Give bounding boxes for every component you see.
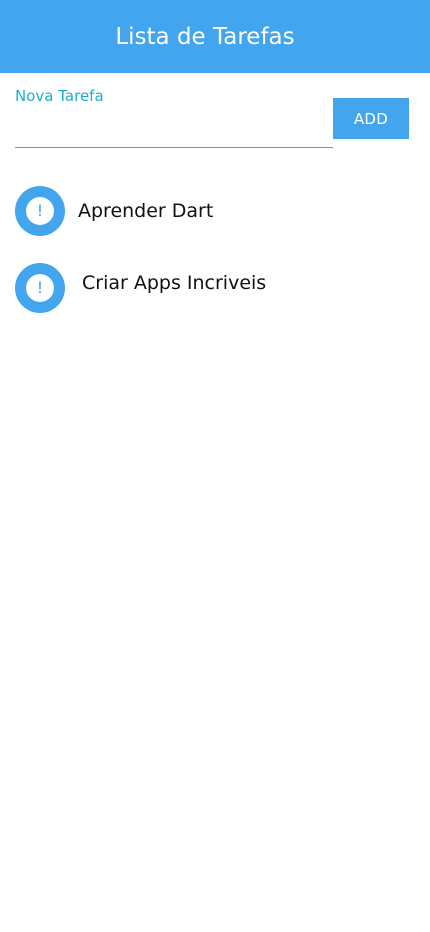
alert-icon: ! <box>26 197 54 225</box>
new-task-label: Nova Tarefa <box>15 87 104 105</box>
task-avatar: ! <box>15 186 65 236</box>
task-item[interactable]: ! Criar Apps Incriveis <box>0 263 430 315</box>
app-title: Lista de Tarefas <box>115 24 295 50</box>
new-task-input[interactable] <box>15 108 333 146</box>
task-avatar: ! <box>15 263 65 313</box>
task-item[interactable]: ! Aprender Dart <box>0 186 430 238</box>
new-task-underline <box>15 147 333 148</box>
alert-icon: ! <box>26 274 54 302</box>
task-label: Criar Apps Incriveis <box>82 272 267 294</box>
add-button[interactable]: ADD <box>333 98 409 139</box>
app-bar: Lista de Tarefas <box>0 0 430 73</box>
task-label: Aprender Dart <box>78 200 214 222</box>
